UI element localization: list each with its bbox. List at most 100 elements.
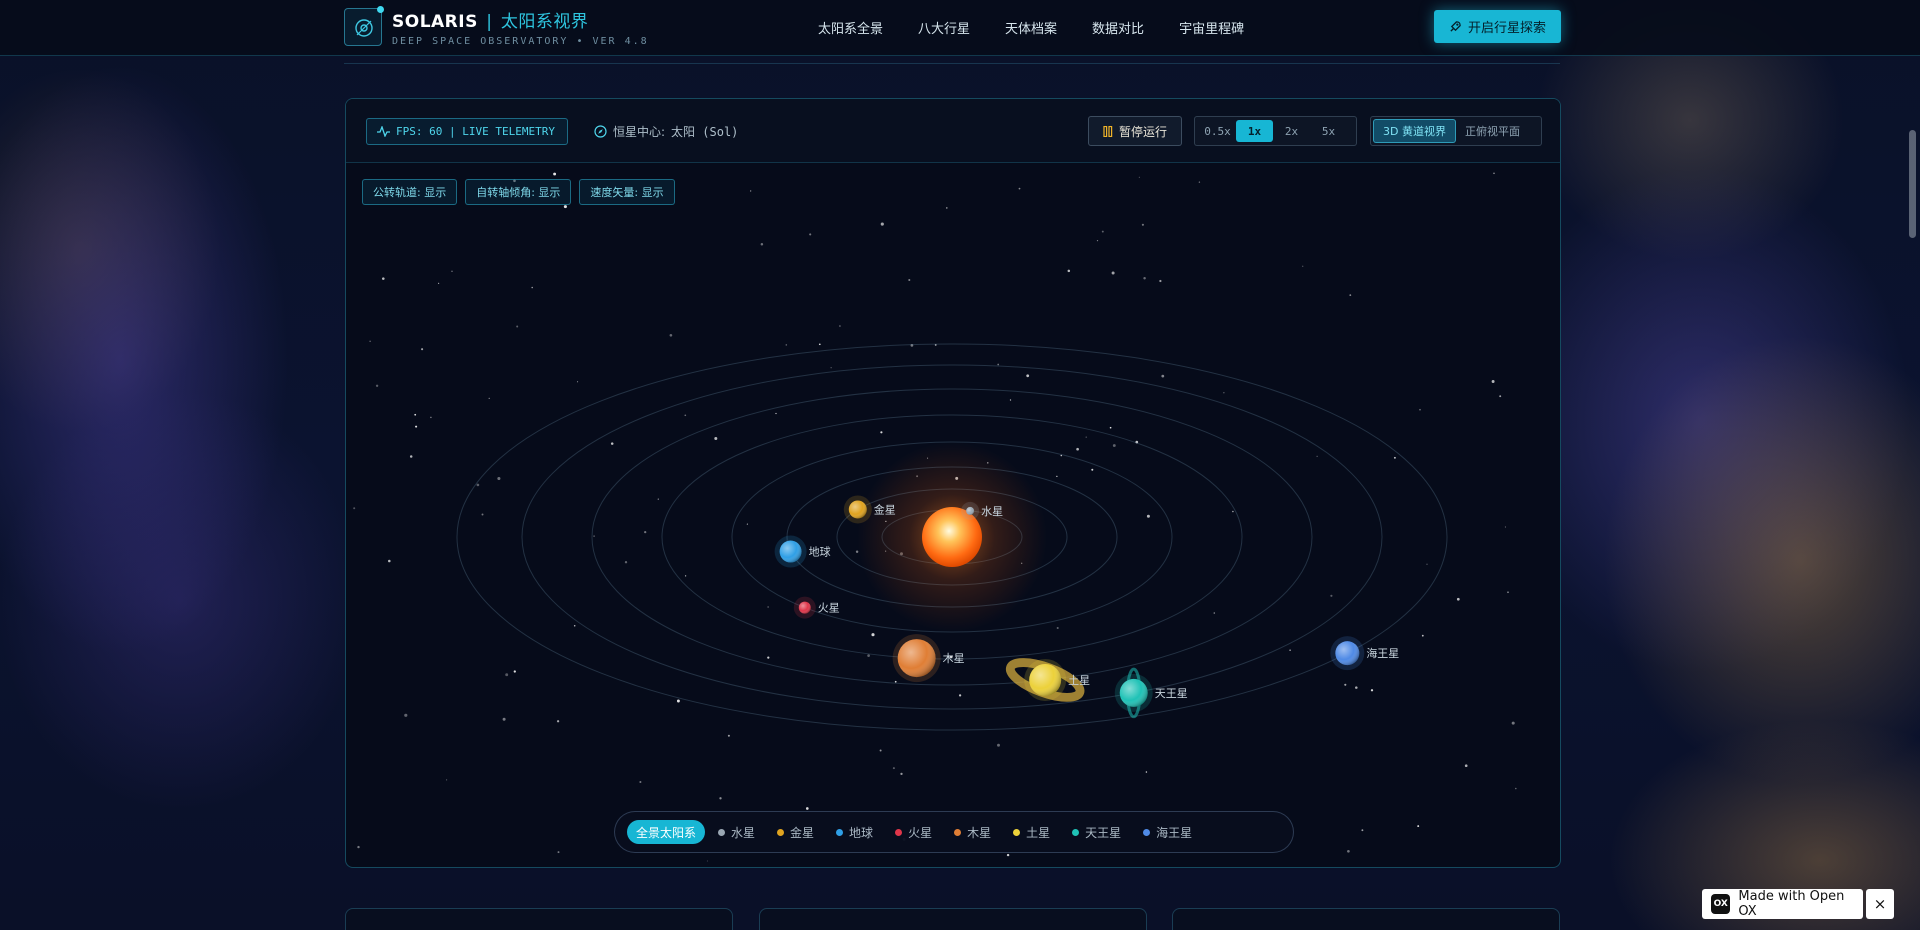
nav-link-2[interactable]: 八大行星: [918, 18, 970, 37]
star: [1056, 475, 1058, 477]
star: [785, 344, 788, 346]
speed-option-1x[interactable]: 1x: [1236, 120, 1273, 142]
star: [502, 717, 506, 721]
brand-title: SOLARIS | 太阳系视界: [392, 7, 649, 32]
planet-marker-5[interactable]: 木星: [892, 634, 965, 683]
planet-marker-4[interactable]: 火星: [793, 596, 840, 619]
brand-text: SOLARIS | 太阳系视界 DEEP SPACE OBSERVATORY •…: [392, 7, 649, 47]
planet-marker-8[interactable]: 海王星: [1330, 636, 1399, 671]
planet-shading: [897, 639, 936, 678]
star: [1456, 597, 1460, 601]
star: [879, 749, 882, 752]
brand[interactable]: SOLARIS | 太阳系视界 DEEP SPACE OBSERVATORY •…: [344, 6, 649, 47]
star: [563, 205, 567, 209]
speed-option-0_5x[interactable]: 0.5x: [1199, 120, 1236, 142]
axial-tilt-toggle[interactable]: 自转轴倾角: 显示: [465, 179, 572, 205]
planet-shading: [1029, 663, 1062, 696]
ox-logo: OX: [1711, 894, 1731, 914]
planet-shading: [1335, 641, 1360, 666]
star: [1511, 721, 1515, 725]
planet-tab-2[interactable]: 金星: [768, 820, 823, 844]
planet-tab-5[interactable]: 木星: [945, 820, 1000, 844]
planet-label: 地球: [809, 545, 831, 559]
nav-link-1[interactable]: 太阳系全景: [818, 18, 883, 37]
star: [676, 699, 680, 703]
planet-tab-3[interactable]: 地球: [827, 820, 882, 844]
planet-tab-label: 地球: [849, 825, 874, 840]
planet-marker-7[interactable]: 天王星: [1114, 667, 1188, 719]
planet-label: 海王星: [1366, 646, 1399, 660]
star: [573, 624, 576, 627]
view-top-plane[interactable]: 正俯视平面: [1456, 119, 1529, 143]
star: [531, 286, 533, 289]
planet-shading: [779, 540, 802, 563]
planet-filter-tabs: 全景太阳系 水星 金星 地球 火星 木星 土星 天王星 海王星: [614, 811, 1294, 853]
badge-close-button[interactable]: ×: [1866, 889, 1894, 919]
star: [880, 431, 883, 434]
info-card-1: [345, 908, 733, 930]
star: [639, 780, 642, 784]
planet-tab-7[interactable]: 天王星: [1063, 820, 1130, 844]
pause-label: 暂停运行: [1118, 124, 1167, 139]
star: [1370, 689, 1374, 692]
info-card-2: [759, 908, 1147, 930]
star: [908, 278, 911, 282]
star: [809, 233, 812, 236]
star: [945, 207, 948, 209]
star: [505, 673, 509, 677]
star: [414, 413, 417, 416]
star: [1419, 408, 1421, 411]
planet-tab-1[interactable]: 水星: [709, 820, 764, 844]
star: [1361, 829, 1364, 832]
pause-button[interactable]: 暂停运行: [1088, 116, 1182, 146]
top-navigation-bar: SOLARIS | 太阳系视界 DEEP SPACE OBSERVATORY •…: [0, 0, 1920, 56]
star: [958, 694, 962, 697]
planet-marker-1[interactable]: 水星: [961, 501, 1003, 520]
planet-color-dot: [1013, 828, 1021, 836]
nav-link-3[interactable]: 天体档案: [1005, 18, 1057, 37]
star: [1138, 176, 1140, 178]
start-exploration-button[interactable]: 开启行星探索: [1434, 10, 1561, 43]
planet-tab-4[interactable]: 火星: [886, 820, 941, 844]
solar-system-scene[interactable]: 水星金星地球火星木星土星天王星海王星: [346, 164, 1561, 868]
star: [750, 190, 752, 192]
star: [894, 680, 897, 683]
planet-tab-all[interactable]: 全景太阳系: [627, 820, 706, 844]
star: [871, 633, 875, 637]
planet-tab-6[interactable]: 土星: [1004, 820, 1059, 844]
star: [644, 530, 647, 534]
nav-link-5[interactable]: 宇宙里程碑: [1179, 18, 1244, 37]
planet-color-dot: [836, 828, 844, 836]
star: [556, 720, 560, 723]
star: [997, 743, 1000, 747]
page-scrollbar[interactable]: [1909, 130, 1916, 238]
main-nav: 太阳系全景 八大行星 天体档案 数据对比 宇宙里程碑: [818, 18, 1279, 37]
planet-shading: [1119, 678, 1148, 707]
view-3d-ecliptic[interactable]: 3D 黄道视界: [1373, 119, 1456, 143]
speed-option-2x[interactable]: 2x: [1273, 120, 1310, 142]
planet-tab-8[interactable]: 海王星: [1134, 820, 1201, 844]
velocity-vector-toggle[interactable]: 速度矢量: 显示: [579, 179, 675, 205]
planet-label: 水星: [981, 505, 1003, 518]
star: [357, 845, 360, 849]
star: [430, 416, 432, 419]
planet-marker-3[interactable]: 地球: [774, 535, 831, 568]
orbit-icon: [355, 19, 373, 37]
star: [838, 325, 841, 327]
star: [1076, 447, 1079, 451]
star: [1493, 172, 1495, 175]
nav-link-4[interactable]: 数据对比: [1092, 18, 1144, 37]
planet-marker-6[interactable]: 土星: [1005, 655, 1090, 704]
info-card-3: [1172, 908, 1560, 930]
planet-tab-label: 火星: [908, 825, 933, 840]
star: [557, 851, 560, 854]
sun[interactable]: [857, 442, 1047, 632]
made-with-badge[interactable]: OX Made with Open OX: [1702, 889, 1863, 919]
planet-label: 土星: [1068, 674, 1090, 687]
speed-option-5x[interactable]: 5x: [1310, 120, 1347, 142]
orbit-toggle[interactable]: 公转轨道: 显示: [362, 179, 458, 205]
star: [706, 860, 708, 862]
badge-label: Made with Open OX: [1738, 889, 1845, 919]
star: [1146, 514, 1150, 518]
panel-toolbar: FPS: 60 | LIVE TELEMETRY 恒星中心: 太阳 (Sol) …: [346, 99, 1560, 163]
